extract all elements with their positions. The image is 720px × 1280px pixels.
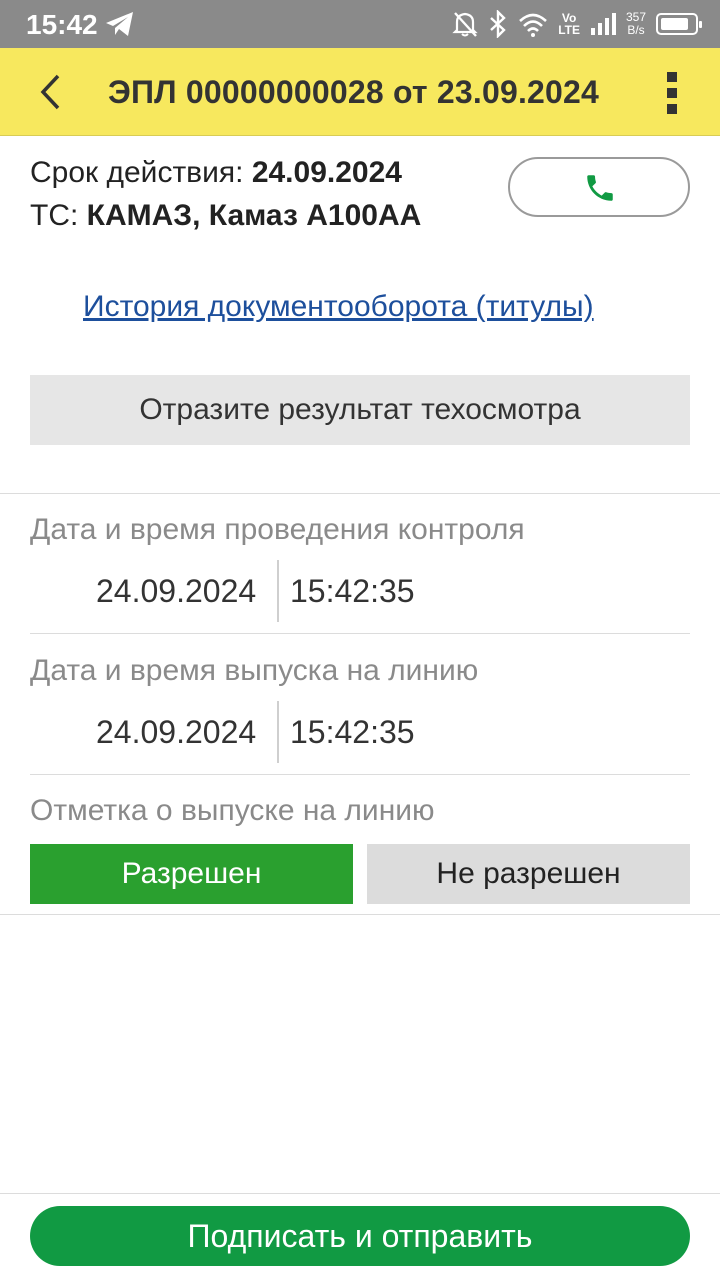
bluetooth-icon: [490, 10, 506, 38]
release-mark-label: Отметка о выпуске на линию: [30, 794, 435, 827]
allowed-button[interactable]: Разрешен: [30, 844, 353, 904]
network-speed: 357 B/s: [625, 10, 646, 37]
call-button[interactable]: [508, 157, 690, 217]
validity-label: Срок действия:: [30, 156, 244, 189]
vehicle-row: ТС: КАМАЗ, Камаз А100АА: [30, 199, 421, 233]
release-label: Дата и время выпуска на линию: [30, 654, 479, 687]
control-label: Дата и время проведения контроля: [30, 513, 525, 546]
history-link[interactable]: История документооборота (титулы): [83, 290, 594, 324]
vehicle-value: КАМАЗ, Камаз А100АА: [86, 199, 422, 232]
validity-value: 24.09.2024: [251, 156, 402, 189]
inspection-button[interactable]: Отразите результат техосмотра: [30, 375, 690, 445]
back-arrow-icon[interactable]: [28, 68, 76, 116]
status-icons: Vo LTE 357 B/s: [452, 8, 702, 40]
release-time-field[interactable]: 15:42:35: [290, 714, 415, 751]
footer-divider: [0, 1193, 720, 1194]
more-vert-icon[interactable]: [656, 68, 688, 118]
field-separator: [277, 701, 279, 763]
battery-level: [661, 18, 688, 30]
divider: [30, 633, 690, 634]
wifi-icon: [519, 13, 548, 37]
page-title: ЭПЛ 00000000028 от 23.09.2024: [108, 74, 600, 110]
release-date-field[interactable]: 24.09.2024: [96, 714, 256, 751]
status-bar: 15:42 Vo LTE 357 B/s: [0, 0, 720, 48]
status-time: 15:42: [26, 9, 98, 40]
divider: [30, 774, 690, 775]
network-type: Vo LTE: [558, 11, 580, 37]
divider: [0, 493, 720, 494]
field-separator: [277, 560, 279, 622]
battery-icon: [656, 13, 702, 35]
control-date-field[interactable]: 24.09.2024: [96, 573, 256, 610]
phone-icon: [587, 175, 613, 201]
telegram-icon: [106, 12, 133, 36]
app-bar: ЭПЛ 00000000028 от 23.09.2024: [0, 48, 720, 136]
vehicle-label: ТС:: [30, 199, 79, 232]
not-allowed-button[interactable]: Не разрешен: [367, 844, 690, 904]
control-time-field[interactable]: 15:42:35: [290, 573, 415, 610]
validity-row: Срок действия: 24.09.2024: [30, 156, 402, 190]
sign-and-send-button[interactable]: Подписать и отправить: [30, 1206, 690, 1266]
signal-icon: [590, 13, 616, 35]
divider: [0, 914, 720, 915]
bell-off-icon: [452, 12, 478, 37]
